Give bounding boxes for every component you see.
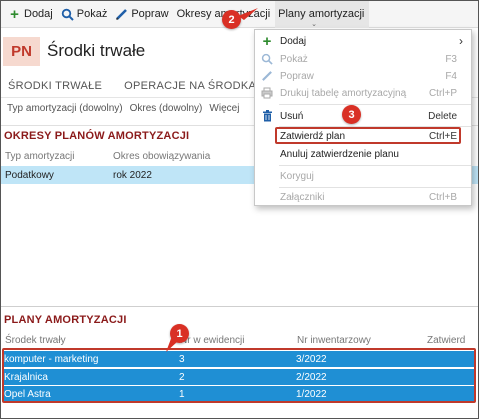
column-header[interactable]: Środek trwały: [5, 335, 66, 346]
splitter[interactable]: [1, 306, 478, 307]
plans-section-title: PLANY AMORTYZACJI: [4, 314, 127, 326]
menu-item-correct[interactable]: Koryguj: [255, 167, 471, 185]
periods-section-title: OKRESY PLANÓW AMORTYZACJI: [4, 130, 190, 142]
plans-menu-button[interactable]: Plany amortyzacji ⌄: [275, 0, 370, 28]
menu-item-add[interactable]: + Dodaj ›: [255, 32, 471, 50]
chevron-down-icon: ⌄: [311, 20, 318, 28]
filter-bar: Typ amortyzacji (dowolny) Okres (dowolny…: [7, 103, 246, 114]
filter-period[interactable]: Okres (dowolny): [130, 103, 203, 114]
tab-fixed-assets[interactable]: ŚRODKI TRWAŁE: [8, 80, 102, 92]
menu-item-print[interactable]: Drukuj tabelę amortyzacyjną Ctrl+P: [255, 84, 471, 102]
show-button[interactable]: Pokaż: [58, 1, 113, 28]
table-cell: Podatkowy: [5, 170, 54, 181]
column-header[interactable]: Nr inwentarzowy: [297, 335, 371, 346]
column-header[interactable]: Zatwierd: [427, 335, 465, 346]
callout-arrow-icon: [238, 8, 258, 20]
plus-icon: +: [262, 32, 272, 50]
plus-icon: +: [10, 5, 19, 23]
callout-arrow-icon: [166, 336, 177, 352]
menu-item-cancel-approval[interactable]: Anuluj zatwierdzenie planu: [255, 145, 471, 163]
add-label: Dodaj: [24, 8, 53, 20]
pencil-icon: [115, 8, 128, 21]
column-header[interactable]: Typ amortyzacji: [5, 151, 74, 162]
menu-item-highlight: [275, 127, 461, 144]
trash-icon: [260, 109, 274, 123]
page-title: Środki trwałe: [47, 41, 146, 60]
menu-separator: [279, 165, 471, 166]
menu-item-edit[interactable]: Popraw F4: [255, 67, 471, 85]
search-icon: [61, 8, 74, 21]
menu-separator: [279, 104, 471, 105]
callout-badge-3: 3: [342, 105, 361, 124]
print-icon: [260, 86, 274, 100]
filter-more[interactable]: Więcej: [209, 103, 239, 114]
plans-dropdown-menu: + Dodaj › Pokaż F3 Popraw F4 Drukuj tabe…: [254, 29, 472, 206]
column-header[interactable]: Nr w ewidencji: [180, 335, 244, 346]
column-header[interactable]: Okres obowiązywania: [113, 151, 210, 162]
submenu-arrow-icon: ›: [459, 34, 463, 48]
edit-button[interactable]: Popraw: [112, 1, 173, 28]
menu-item-delete[interactable]: Usuń Delete: [255, 107, 471, 125]
pencil-icon: [260, 69, 274, 83]
menu-item-attachments[interactable]: Załączniki Ctrl+B: [255, 188, 471, 206]
edit-label: Popraw: [131, 8, 169, 20]
show-label: Pokaż: [76, 8, 108, 20]
selection-highlight: [2, 348, 476, 403]
menu-item-show[interactable]: Pokaż F3: [255, 50, 471, 68]
table-cell: rok 2022: [113, 170, 152, 181]
module-badge: PN: [3, 37, 40, 66]
plans-label: Plany amortyzacji: [278, 8, 365, 20]
add-button[interactable]: + Dodaj: [5, 1, 58, 28]
search-icon: [260, 52, 274, 66]
filter-depreciation-type[interactable]: Typ amortyzacji (dowolny): [7, 103, 123, 114]
